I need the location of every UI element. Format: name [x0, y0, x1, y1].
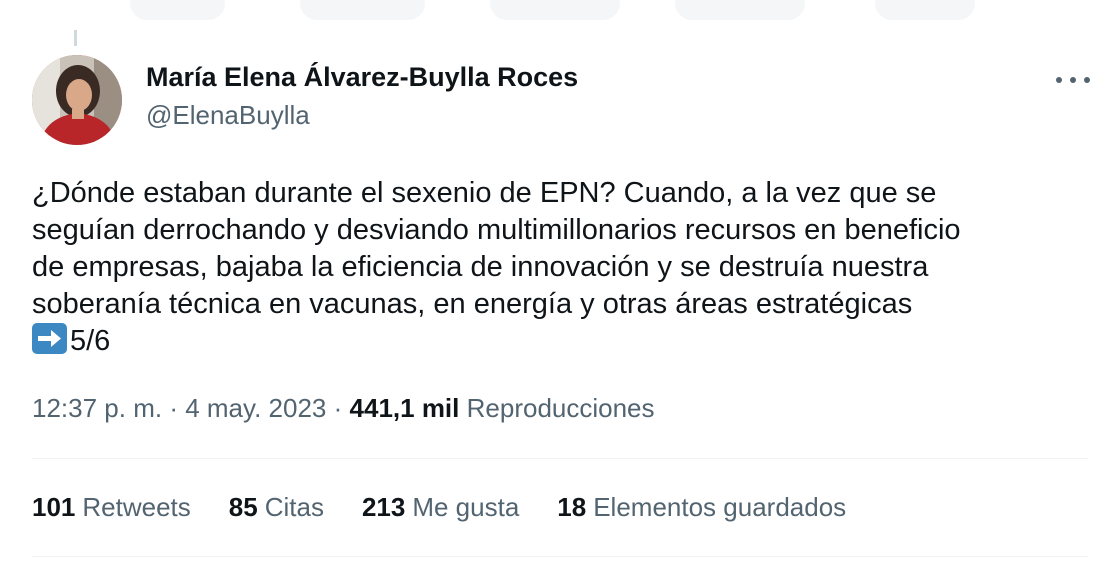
author-handle[interactable]: @ElenaBuylla	[146, 100, 310, 131]
bookmarks-stat[interactable]: 18 Elementos guardados	[557, 492, 846, 523]
retweets-label: Retweets	[82, 492, 191, 522]
engagement-stats: 101 Retweets 85 Citas 213 Me gusta 18 Elemen…	[32, 492, 884, 523]
retweets-stat[interactable]: 101 Retweets	[32, 492, 191, 523]
avatar[interactable]	[32, 55, 122, 145]
likes-stat[interactable]: 213 Me gusta	[362, 492, 519, 523]
tweet-text-line: de empresas, bajaba la eficiencia de inn…	[32, 251, 929, 283]
tweet-text: ¿Dónde estaban durante el sexenio de EPN…	[32, 175, 1102, 360]
quotes-stat[interactable]: 85 Citas	[229, 492, 324, 523]
meta-separator: ·	[169, 393, 178, 423]
tweet-meta: 12:37 p. m. · 4 may. 2023 · 441,1 mil Re…	[32, 393, 655, 424]
views-label: Reproducciones	[466, 393, 655, 423]
thread-connector-line	[74, 30, 77, 46]
likes-count: 213	[361, 492, 406, 522]
bookmarks-label: Elementos guardados	[593, 492, 847, 522]
tweet-text-line: ¿Dónde estaban durante el sexenio de EPN…	[32, 177, 937, 209]
tweet-text-line-last: 5/6	[32, 323, 1102, 360]
quotes-count: 85	[228, 492, 258, 522]
thread-counter: 5/6	[70, 325, 111, 357]
tweet-time[interactable]: 12:37 p. m.	[32, 393, 162, 423]
divider	[32, 458, 1088, 459]
more-options-icon[interactable]	[1056, 68, 1090, 92]
meta-separator: ·	[333, 393, 343, 423]
tweet-text-line: soberanía técnica en vacunas, en energía…	[32, 288, 913, 320]
bookmarks-count: 18	[557, 492, 587, 522]
tweet-text-line: seguían derrochando y desviando multimil…	[32, 214, 961, 246]
previous-tweet-actions-fade	[0, 0, 1120, 26]
divider	[32, 556, 1088, 557]
arrow-right-icon	[32, 323, 67, 354]
likes-label: Me gusta	[412, 492, 520, 522]
views-count: 441,1 mil	[349, 393, 460, 423]
quotes-label: Citas	[264, 492, 324, 522]
retweets-count: 101	[32, 492, 76, 522]
author-name[interactable]: María Elena Álvarez-Buylla Roces	[146, 62, 578, 93]
tweet-date[interactable]: 4 may. 2023	[185, 393, 326, 423]
